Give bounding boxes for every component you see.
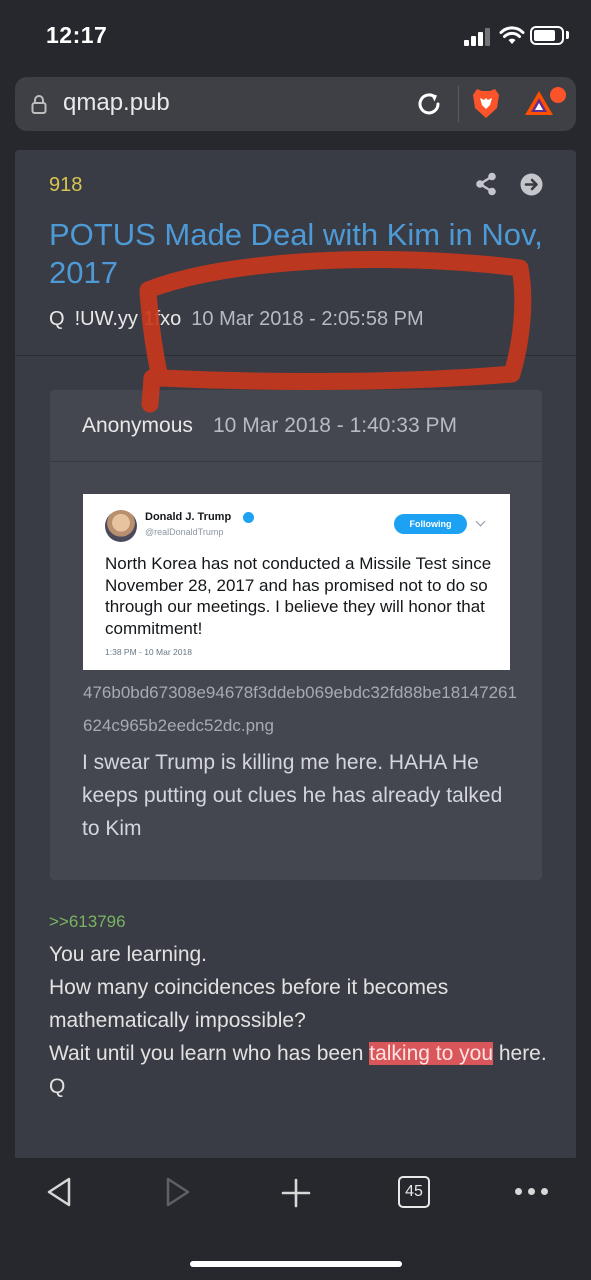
post-meta: Q !UW.yy 1fxo 10 Mar 2018 - 2:05:58 PM: [49, 308, 424, 331]
avatar: [105, 510, 137, 542]
url-text[interactable]: qmap.pub: [63, 89, 170, 117]
more-menu-icon[interactable]: [515, 1188, 549, 1196]
forward-icon[interactable]: [163, 1176, 193, 1208]
post-body-line: You are learning.: [49, 943, 208, 966]
battery-tip: [566, 31, 569, 39]
reload-icon[interactable]: [415, 90, 443, 118]
quoted-post: Anonymous 10 Mar 2018 - 1:40:33 PM Donal…: [50, 390, 542, 880]
quoted-post-date: 10 Mar 2018 - 1:40:33 PM: [213, 414, 457, 437]
tweet-text: North Korea has not conducted a Missile …: [105, 554, 492, 638]
tweet-author-name: Donald J. Trump: [145, 511, 232, 523]
divider: [15, 355, 576, 356]
quoted-post-body: I swear Trump is killing me here. HAHA H…: [82, 751, 503, 840]
post-body-line: How many coincidences before it becomes …: [49, 976, 449, 1032]
post-author: Q: [49, 308, 65, 330]
post-card: 918 POTUS Made Deal with Kim in Nov, 201…: [15, 150, 576, 1160]
status-bar: 12:17: [0, 0, 591, 72]
browser-toolbar: 45: [0, 1158, 591, 1280]
image-filename[interactable]: 476b0bd67308e94678f3ddeb069ebdc32fd88be1…: [83, 676, 523, 742]
chevron-down-icon: [475, 516, 486, 527]
post-date: 10 Mar 2018 - 2:05:58 PM: [191, 308, 424, 330]
reply-reference-link[interactable]: >>613796: [49, 912, 126, 932]
highlighted-text: talking to you: [369, 1042, 493, 1065]
cellular-signal-icon: [464, 28, 490, 46]
address-bar[interactable]: qmap.pub: [15, 77, 576, 131]
quoted-post-header: Anonymous 10 Mar 2018 - 1:40:33 PM: [50, 390, 542, 462]
brave-rewards-icon[interactable]: [523, 85, 569, 121]
post-body-line: Wait until you learn who has been talkin…: [49, 1037, 549, 1070]
verified-badge-icon: [243, 512, 254, 523]
post-title[interactable]: POTUS Made Deal with Kim in Nov, 2017: [49, 216, 549, 292]
clock: 12:17: [46, 22, 108, 48]
arrow-right-circle-icon[interactable]: [520, 173, 543, 196]
tab-count-button[interactable]: 45: [398, 1176, 430, 1208]
lock-icon: [31, 95, 47, 114]
url-divider: [458, 86, 459, 122]
brave-lion-icon[interactable]: [471, 86, 501, 120]
quoted-post-author: Anonymous: [82, 414, 193, 437]
new-tab-icon[interactable]: [281, 1178, 311, 1208]
tweet-handle: @realDonaldTrump: [145, 527, 224, 537]
post-number[interactable]: 918: [49, 174, 82, 197]
tweet-screenshot-image[interactable]: Donald J. Trump @realDonaldTrump Followi…: [83, 494, 510, 670]
post-signature: Q: [49, 1075, 66, 1098]
battery-icon: [530, 26, 564, 45]
share-icon[interactable]: [475, 172, 497, 196]
post-body-text: Wait until you learn who has been: [49, 1042, 370, 1065]
back-icon[interactable]: [44, 1176, 74, 1208]
tweet-timestamp: 1:38 PM - 10 Mar 2018: [105, 647, 192, 657]
home-indicator[interactable]: [190, 1261, 402, 1267]
post-body: You are learning. How many coincidences …: [49, 938, 549, 1103]
post-tripcode: !UW.yy 1fxo: [74, 308, 182, 330]
post-body-text: here.: [493, 1042, 547, 1065]
following-button: Following: [394, 514, 467, 534]
wifi-icon: [499, 26, 525, 44]
